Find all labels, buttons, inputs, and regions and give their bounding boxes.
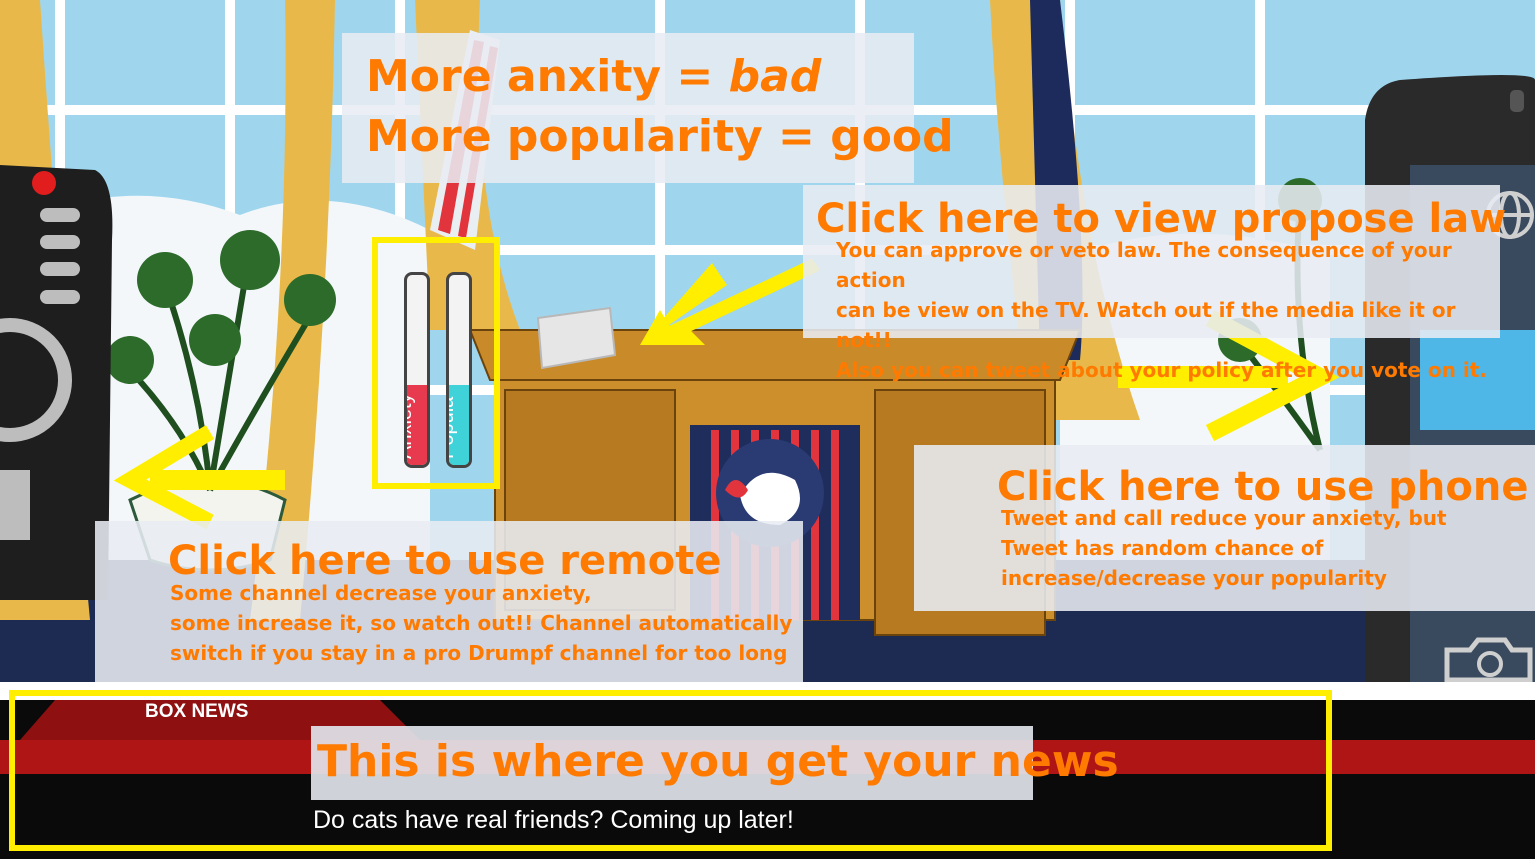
popularity-meter-label: Popula bbox=[446, 396, 458, 459]
remote-hint-title: Click here to use remote bbox=[168, 538, 722, 584]
anxiety-meter-label: Anxiety bbox=[404, 393, 416, 459]
anxiety-rule: More anxity = bad bbox=[366, 51, 822, 102]
popularity-meter: Popula bbox=[446, 272, 472, 468]
anxiety-meter: Anxiety bbox=[404, 272, 430, 468]
meters-highlight bbox=[372, 237, 500, 489]
popularity-rule: More popularity = good bbox=[366, 111, 954, 162]
law-hint-description: You can approve or veto law. The consequ… bbox=[836, 238, 1487, 382]
remote-hint-description: Some channel decrease your anxiety, some… bbox=[170, 581, 793, 665]
phone-hint-panel: Click here to use phone Tweet and call r… bbox=[914, 445, 1535, 611]
phone-hint-description: Tweet and call reduce your anxiety, but … bbox=[1001, 506, 1447, 590]
remote-hint-panel: Click here to use remote Some channel de… bbox=[95, 521, 803, 682]
rules-panel: More anxity = bad More popularity = good bbox=[342, 33, 954, 183]
news-highlight bbox=[9, 690, 1332, 851]
law-hint-panel: Click here to view propose law You can a… bbox=[803, 185, 1506, 382]
